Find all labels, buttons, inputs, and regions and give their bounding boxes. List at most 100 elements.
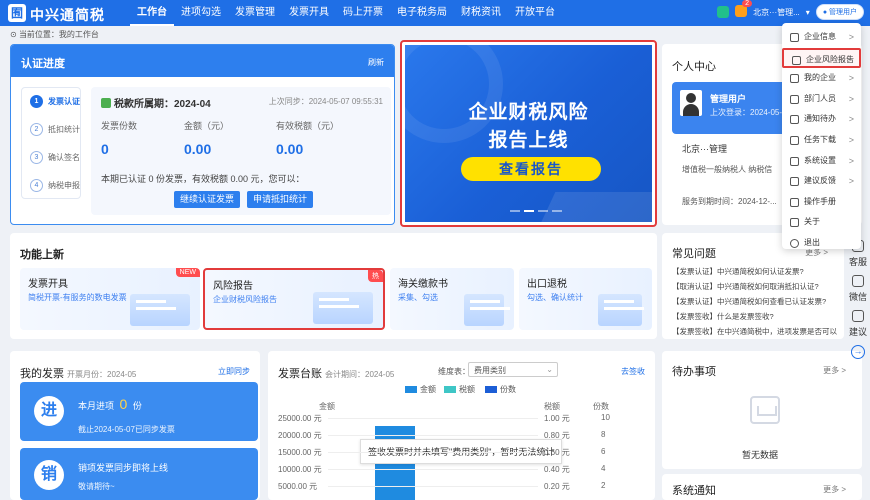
suggestion-button[interactable]: 建议 <box>846 310 870 338</box>
nav-workbench[interactable]: 工作台 <box>130 0 174 26</box>
grid-line <box>328 418 538 419</box>
gear-icon <box>790 156 799 166</box>
tax-period: 税款所属期：2024-04 <box>101 95 211 110</box>
menu-department[interactable]: 部门人员 > <box>782 89 861 110</box>
notice-more-link[interactable]: 更多 > <box>823 484 846 495</box>
nav-e-tax-bureau[interactable]: 电子税务局 <box>390 0 454 26</box>
step-invoice-auth[interactable]: 1 发票认证 <box>22 88 80 116</box>
todo-card: 待办事项 更多 > 暂无数据 <box>662 351 862 469</box>
bell-icon[interactable]: 2 <box>735 0 753 19</box>
view-report-button[interactable]: 查看报告 <box>461 157 601 181</box>
side-toolbar: 客服 微信 建议 → <box>846 240 870 359</box>
dimension-select[interactable]: 费用类别 ⌄ <box>468 362 558 377</box>
brand-name[interactable]: 中兴通简税 <box>30 5 105 25</box>
carousel-dots[interactable] <box>510 210 562 212</box>
step-tax-declare[interactable]: 4 纳税申报 <box>22 172 80 200</box>
menu-about[interactable]: 关于 <box>782 212 861 233</box>
banner-line2: 报告上线 <box>488 130 569 151</box>
company-icon <box>790 74 799 84</box>
illustration <box>598 294 644 326</box>
menu-manual[interactable]: 操作手册 <box>782 192 861 213</box>
brand-logo[interactable]: 囿 <box>8 4 26 22</box>
report-icon <box>792 55 801 65</box>
faq-item[interactable]: 【发票认证】中兴通简税如何查看已认证发票? <box>672 296 826 307</box>
notice-title: 系统通知 <box>672 485 716 497</box>
tile-risk-report[interactable]: 风险报告 企业财税风险报告 热 <box>203 268 385 330</box>
tile-export-refund[interactable]: 出口退税 勾选、确认统计 <box>519 268 652 330</box>
menu-task-download[interactable]: 任务下载 > <box>782 130 861 151</box>
invoice-ledger-card: 发票台账 会计期间：2024-05 维度表： 费用类别 ⌄ 去签收 金额 税额 份数… <box>268 351 655 500</box>
input-count: 0 <box>119 396 128 412</box>
avatar <box>680 90 702 116</box>
legend-amount[interactable]: 金额 <box>405 384 436 395</box>
illustration <box>130 294 190 326</box>
y-tick-right1: 0.80 元 <box>544 431 570 440</box>
faq-item[interactable]: 【取消认证】中兴通简税如何取消抵扣认证? <box>672 281 819 292</box>
chevron-down-icon: ⌄ <box>546 365 553 374</box>
user-menu-button[interactable]: ● 管理用户 <box>815 4 864 20</box>
stat-amount: 金额（元） 0.00 <box>184 121 230 157</box>
output-label: 销项发票同步即将上线 <box>78 463 169 473</box>
apply-deduction-button[interactable]: 申请抵扣统计 <box>247 191 313 208</box>
breadcrumb-text: 当前位置：我的工作台 <box>18 30 99 39</box>
y-axis-right2-label: 份数 <box>593 402 609 411</box>
output-icon: 销 <box>34 460 64 490</box>
system-notice-card: 系统通知 更多 > <box>662 474 862 500</box>
faq-title: 常见问题 <box>672 248 716 260</box>
menu-company-info[interactable]: 企业信息 > <box>782 27 861 48</box>
nav-tax-news[interactable]: 财税资讯 <box>454 0 508 26</box>
faq-item[interactable]: 【发票签收】什么是发票签收? <box>672 311 774 322</box>
menu-risk-report[interactable]: 企业风险报告 > <box>782 47 861 69</box>
risk-report-banner[interactable]: 企业财税风险 报告上线 查看报告 <box>400 40 657 227</box>
faq-item[interactable]: 【发票认证】中兴通简税如何认证发票? <box>672 266 804 277</box>
arrow-right-icon[interactable]: → <box>851 345 865 359</box>
top-bar: 囿 中兴通简税 工作台 进项勾选 发票管理 发票开具 码上开票 电子税务局 财税… <box>0 0 870 26</box>
legend-count[interactable]: 份数 <box>485 384 516 395</box>
menu-logout[interactable]: 退出 <box>782 233 861 254</box>
new-features-card: 功能上新 发票开具 简税开票-有服务的数电发票 NEW 风险报告 企业财税风险报… <box>10 233 657 339</box>
chevron-down-icon[interactable]: ▾ <box>806 8 810 17</box>
go-sign-link[interactable]: 去签收 <box>621 366 645 377</box>
refresh-button[interactable]: 刷新 <box>368 57 384 68</box>
refresh-icon[interactable] <box>717 6 730 18</box>
sync-now-link[interactable]: 立即同步 <box>218 366 250 377</box>
y-tick-right1: 0.20 元 <box>544 482 570 491</box>
menu-notifications[interactable]: 通知待办 > <box>782 109 861 130</box>
company-switcher[interactable]: 北京···管理... <box>753 7 800 18</box>
illustration <box>313 292 373 324</box>
output-invoice-box: 销 销项发票同步即将上线 敬请期待~ <box>20 448 258 500</box>
wechat-button[interactable]: 微信 <box>846 275 870 303</box>
nav-open-platform[interactable]: 开放平台 <box>508 0 562 26</box>
last-login: 上次登录：2024-05-07 <box>710 108 791 117</box>
nav-invoice-issue[interactable]: 发票开具 <box>282 0 336 26</box>
tile-customs-payment[interactable]: 海关缴款书 采集、勾选 <box>390 268 514 330</box>
continue-auth-button[interactable]: 继续认证发票 <box>174 191 240 208</box>
service-expiry: 服务到期时间：2024-12-... <box>682 197 777 206</box>
nav-scan-issue[interactable]: 码上开票 <box>336 0 390 26</box>
menu-my-company[interactable]: 我的企业 > <box>782 68 861 89</box>
nav-invoice-management[interactable]: 发票管理 <box>228 0 282 26</box>
notify-badge: 2 <box>742 0 753 7</box>
illustration <box>464 294 510 326</box>
todo-more-link[interactable]: 更多 > <box>823 365 846 376</box>
main-nav: 工作台 进项勾选 发票管理 发票开具 码上开票 电子税务局 财税资讯 开放平台 <box>130 0 562 26</box>
grid-line <box>328 452 538 453</box>
step-confirm-sign[interactable]: 3 确认签名 <box>22 144 80 172</box>
output-note: 敬请期待~ <box>78 482 115 491</box>
menu-feedback[interactable]: 建议反馈 > <box>782 171 861 192</box>
legend-tax[interactable]: 税额 <box>444 384 475 395</box>
y-tick-left: 10000.00 元 <box>278 465 322 474</box>
tile-invoice-issue[interactable]: 发票开具 简税开票-有服务的数电发票 NEW <box>20 268 200 330</box>
auth-steps: 1 发票认证 2 抵扣统计 3 确认签名 4 纳税申报 <box>21 87 81 199</box>
y-tick-right2: 8 <box>601 430 606 439</box>
input-icon: 进 <box>34 396 64 426</box>
step-deduction-stats[interactable]: 2 抵扣统计 <box>22 116 80 144</box>
y-tick-left: 25000.00 元 <box>278 414 322 423</box>
ledger-title: 发票台账 会计期间：2024-05 <box>278 368 395 380</box>
info-icon <box>790 218 799 228</box>
menu-settings[interactable]: 系统设置 > <box>782 151 861 172</box>
faq-item[interactable]: 【发票签收】在中兴通简税中，进项发票是否可以 <box>672 326 837 337</box>
hot-badge: 热 <box>368 270 383 282</box>
y-tick-right1: 0.60 元 <box>544 448 570 457</box>
nav-input-select[interactable]: 进项勾选 <box>174 0 228 26</box>
